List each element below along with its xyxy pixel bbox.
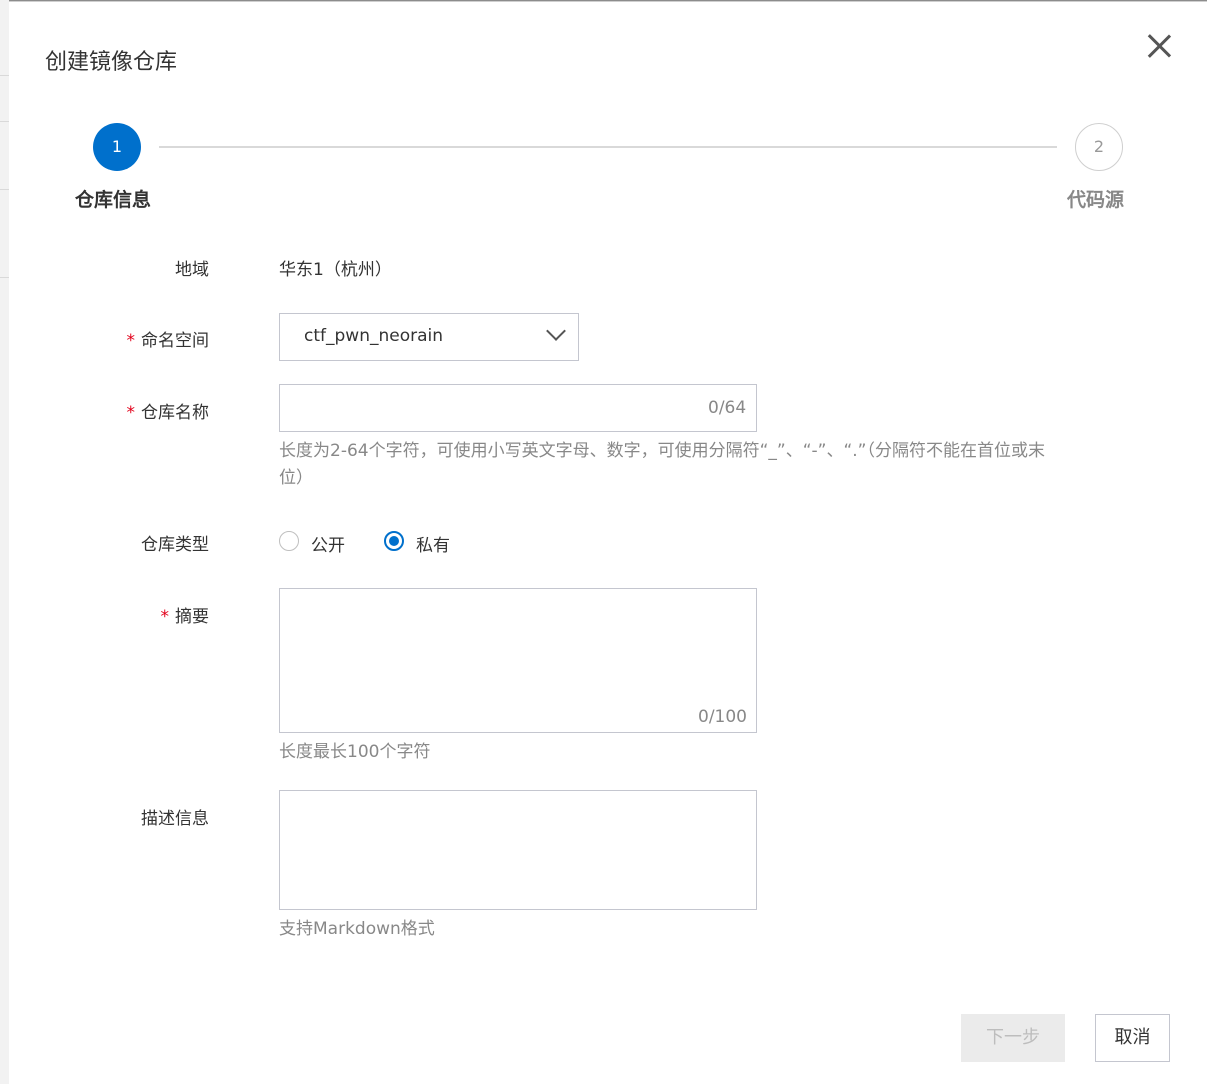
description-label: 描述信息 <box>141 809 209 829</box>
create-repo-dialog: 创建镜像仓库 1 2 仓库信息 代码源 地域 华东1（杭州） * 命名空间 ctf… <box>9 1 1207 1084</box>
radio-private-circle <box>384 531 404 551</box>
summary-label: * 摘要 <box>160 607 210 627</box>
step-1-title: 仓库信息 <box>75 189 152 211</box>
required-mark: * <box>160 607 170 627</box>
radio-public-label: 公开 <box>311 536 345 556</box>
region-label: 地域 <box>175 260 209 280</box>
repo-name-help: 长度为2-64个字符，可使用小写英文字母、数字，可使用分隔符“_”、“-”、“.… <box>279 441 1045 488</box>
region-value: 华东1（杭州） <box>279 260 392 280</box>
page-backdrop <box>0 0 9 1084</box>
step-1-indicator: 1 <box>93 123 141 171</box>
namespace-select[interactable]: ctf_pwn_neorain <box>279 313 579 361</box>
summary-counter: 0/100 <box>698 707 747 727</box>
namespace-label: * 命名空间 <box>126 331 210 351</box>
repo-name-counter: 0/64 <box>708 398 747 418</box>
description-help: 支持Markdown格式 <box>279 919 435 939</box>
step-2-title: 代码源 <box>1067 189 1125 211</box>
step-2-indicator: 2 <box>1075 123 1123 171</box>
repo-name-input[interactable]: 0/64 <box>279 384 757 432</box>
summary-help: 长度最长100个字符 <box>279 742 431 762</box>
backdrop-divider <box>0 75 9 76</box>
repo-name-label: * 仓库名称 <box>126 403 210 423</box>
close-icon[interactable] <box>1145 32 1173 60</box>
required-mark: * <box>126 403 136 423</box>
backdrop-divider <box>0 189 9 190</box>
summary-textarea[interactable]: 0/100 <box>279 588 757 733</box>
description-textarea[interactable] <box>279 790 757 910</box>
radio-public-circle <box>279 531 299 551</box>
chevron-down-icon <box>548 328 562 342</box>
repo-type-label: 仓库类型 <box>141 535 209 555</box>
backdrop-divider <box>0 121 9 122</box>
backdrop-divider <box>0 277 9 278</box>
namespace-selected-value: ctf_pwn_neorain <box>304 326 444 346</box>
step-connector <box>159 146 1057 148</box>
cancel-button[interactable]: 取消 <box>1095 1014 1170 1062</box>
next-button[interactable]: 下一步 <box>961 1014 1065 1062</box>
dialog-title: 创建镜像仓库 <box>45 50 178 75</box>
required-mark: * <box>126 331 136 351</box>
radio-private-label: 私有 <box>416 536 450 556</box>
